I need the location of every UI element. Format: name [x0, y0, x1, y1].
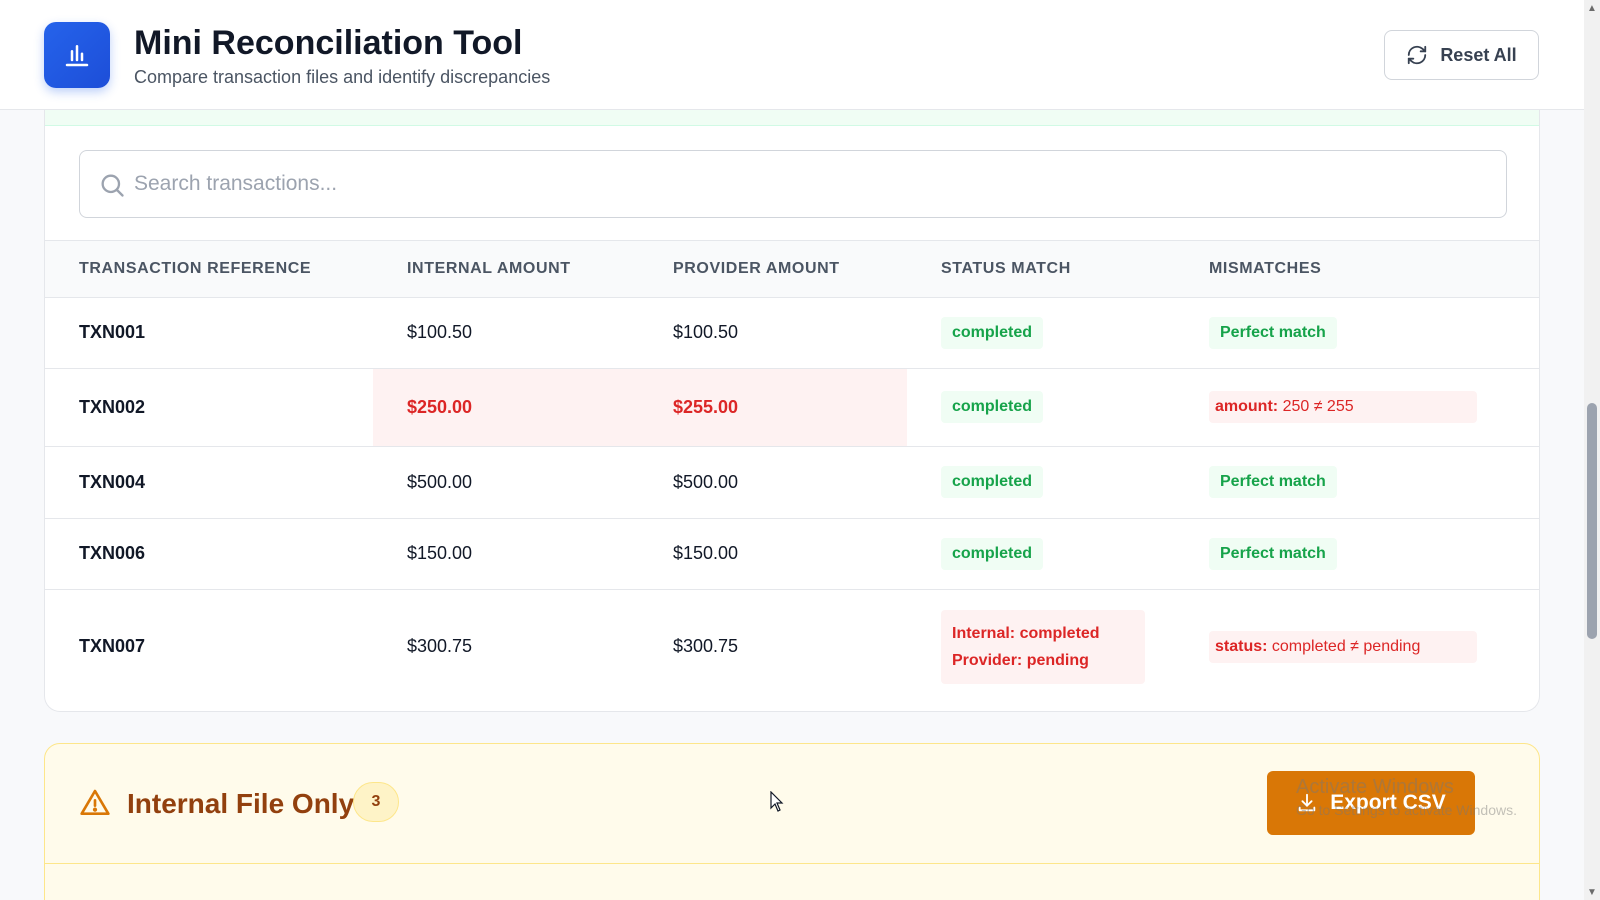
transaction-reference: TXN002: [45, 367, 373, 446]
transaction-reference: TXN004: [45, 445, 373, 518]
mismatch-cell: Perfect match: [1175, 296, 1539, 368]
scrollbar-thumb[interactable]: [1587, 403, 1597, 639]
table-row[interactable]: TXN001 $100.50 $100.50 completed Perfect…: [45, 296, 1539, 368]
mismatch-detail: completed ≠ pending: [1271, 637, 1421, 655]
provider-amount: $500.00: [639, 445, 907, 518]
perfect-match-badge: Perfect match: [1209, 537, 1337, 570]
section-title: Internal File Only: [127, 788, 355, 819]
internal-amount: $100.50: [373, 296, 639, 368]
table-row[interactable]: TXN006 $150.00 $150.00 completed Perfect…: [45, 517, 1539, 589]
table-row[interactable]: TXN007 $300.75 $300.75 Internal: complet…: [45, 588, 1539, 704]
provider-amount: $100.50: [639, 296, 907, 368]
transaction-reference: TXN007: [45, 588, 373, 704]
bar-chart-icon: [65, 45, 89, 67]
mismatch-cell: Perfect match: [1175, 517, 1539, 589]
search-input[interactable]: [134, 151, 1494, 217]
mismatch-cell: Perfect match: [1175, 445, 1539, 518]
search-icon: [101, 174, 124, 197]
internal-only-section: Internal File Only 3 Export CSV: [44, 743, 1540, 900]
mismatch-field: status:: [1215, 637, 1268, 655]
search-box[interactable]: [79, 150, 1507, 218]
status-provider: Provider: pending: [952, 651, 1089, 669]
status-internal: Internal: completed: [952, 624, 1100, 642]
warning-icon: [80, 789, 110, 815]
mouse-cursor-icon: [770, 791, 784, 812]
mismatch-badge: amount: 250 ≠ 255: [1209, 391, 1477, 423]
activation-watermark-title: Activate Windows: [1296, 776, 1454, 798]
mismatch-cell: status: completed ≠ pending: [1175, 588, 1539, 704]
mismatch-cell: amount: 250 ≠ 255: [1175, 367, 1539, 446]
internal-amount: $500.00: [373, 445, 639, 518]
status-badge: completed: [941, 466, 1044, 498]
table-row[interactable]: TXN004 $500.00 $500.00 completed Perfect…: [45, 445, 1539, 518]
vertical-scrollbar[interactable]: ▲ ▼: [1584, 0, 1600, 900]
transaction-reference: TXN006: [45, 517, 373, 589]
status-cell: completed: [907, 445, 1175, 518]
status-badge: completed: [941, 537, 1044, 570]
app-logo: [44, 22, 110, 88]
transaction-reference: TXN001: [45, 296, 373, 368]
status-badge: completed: [941, 316, 1044, 349]
reset-all-label: Reset All: [1440, 44, 1517, 65]
table-row[interactable]: TXN002 $250.00 $255.00 completed amount:…: [45, 367, 1539, 446]
mismatch-detail: 250 ≠ 255: [1282, 398, 1354, 415]
reset-all-button[interactable]: Reset All: [1384, 30, 1539, 80]
status-cell: completed: [907, 517, 1175, 589]
status-cell: completed: [907, 367, 1175, 446]
perfect-match-badge: Perfect match: [1209, 316, 1337, 349]
provider-amount: $255.00: [639, 367, 907, 446]
page-title: Mini Reconciliation Tool: [134, 24, 523, 62]
transactions-table: Transaction Reference Internal Amount Pr…: [45, 241, 1539, 704]
status-badge: completed: [941, 391, 1044, 423]
column-header-status-match[interactable]: Status Match: [907, 241, 1175, 297]
column-header-internal-amount[interactable]: Internal Amount: [373, 241, 639, 297]
mismatch-field: amount:: [1215, 398, 1279, 415]
activation-watermark-subtitle: Go to Settings to activate Windows.: [1296, 802, 1517, 818]
column-header-mismatches[interactable]: Mismatches: [1175, 241, 1539, 297]
matched-transactions-card: Transaction Reference Internal Amount Pr…: [44, 110, 1540, 712]
internal-amount: $300.75: [373, 588, 639, 704]
internal-amount: $150.00: [373, 517, 639, 589]
page-subtitle: Compare transaction files and identify d…: [134, 67, 551, 87]
internal-amount: $250.00: [373, 367, 639, 446]
provider-amount: $300.75: [639, 588, 907, 704]
count-badge: 3: [353, 782, 399, 822]
perfect-match-badge: Perfect match: [1209, 466, 1337, 498]
card-header-strip: [45, 110, 1539, 126]
status-cell: Internal: completed Provider: pending: [907, 588, 1175, 704]
column-header-provider-amount[interactable]: Provider Amount: [639, 241, 907, 297]
status-cell: completed: [907, 296, 1175, 368]
scroll-down-arrow-icon[interactable]: ▼: [1584, 884, 1600, 900]
mismatch-badge: status: completed ≠ pending: [1209, 630, 1477, 663]
provider-amount: $150.00: [639, 517, 907, 589]
scroll-up-arrow-icon[interactable]: ▲: [1584, 0, 1600, 16]
column-header-reference[interactable]: Transaction Reference: [45, 241, 373, 297]
table-header-row: Transaction Reference Internal Amount Pr…: [45, 241, 1539, 297]
app-header: Mini Reconciliation Tool Compare transac…: [0, 0, 1584, 110]
divider: [45, 863, 1539, 864]
refresh-icon: [1408, 45, 1427, 65]
status-mismatch-badge: Internal: completed Provider: pending: [941, 609, 1145, 684]
